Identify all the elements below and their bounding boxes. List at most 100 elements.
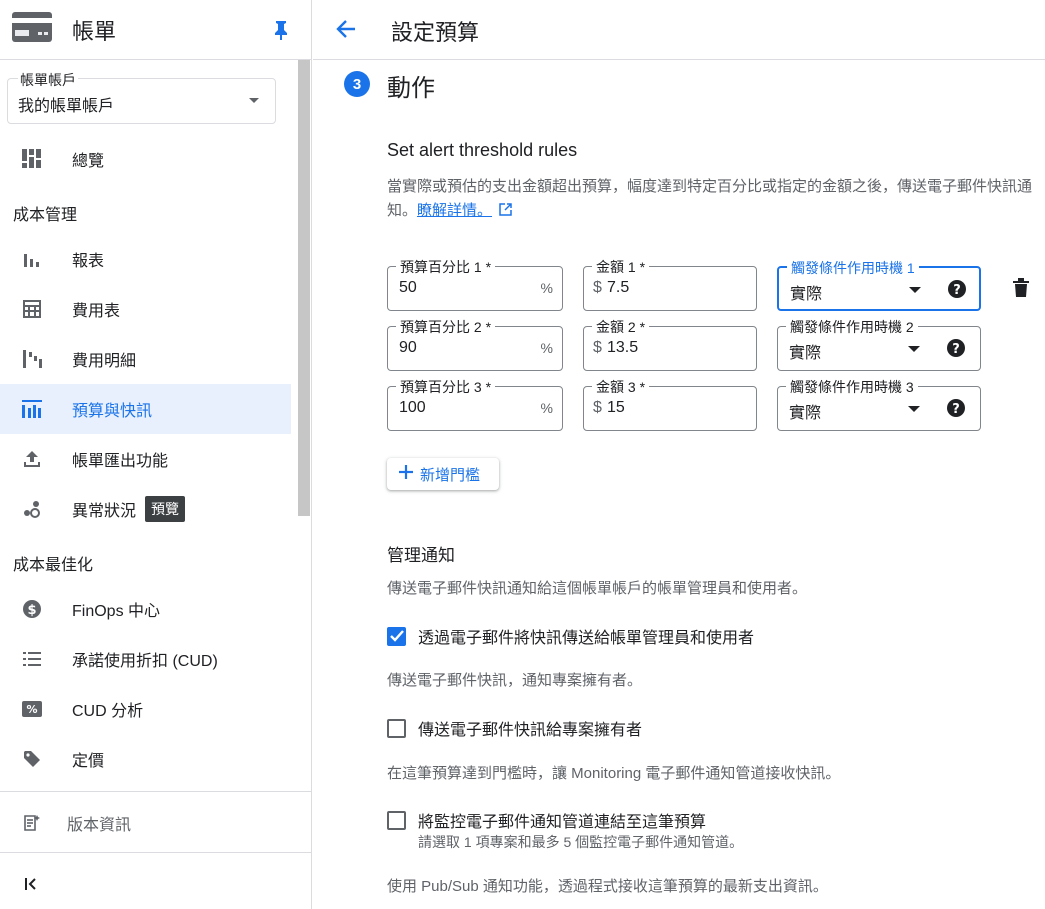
sidebar-item-label: 承諾使用折扣 (CUD): [72, 653, 218, 670]
external-link-icon[interactable]: [499, 200, 512, 224]
delete-icon[interactable]: [1012, 278, 1030, 303]
waterfall-chart-icon: [21, 348, 43, 370]
sidebar-item-label: 費用表: [72, 303, 121, 320]
sidebar-scrollbar[interactable]: [298, 60, 310, 516]
sidebar-item-pricing[interactable]: 定價: [0, 734, 291, 784]
bar-chart-icon: [21, 248, 43, 270]
collapse-icon[interactable]: [24, 877, 38, 896]
step-number-badge: 3: [344, 71, 370, 97]
add-threshold-button[interactable]: 新增門檻: [387, 458, 499, 490]
sidebar-item-label: 異常狀況: [72, 503, 137, 520]
sidebar-item-anomalies[interactable]: 異常狀況 預覽: [0, 484, 291, 534]
release-notes-label: 版本資訊: [67, 817, 132, 834]
amount-input-2[interactable]: 金額 2 * $ 13.5: [583, 317, 757, 371]
dropdown-caret-icon: [908, 346, 920, 352]
email-owners-checkbox[interactable]: [387, 718, 406, 738]
learn-more-link[interactable]: 瞭解詳情。: [417, 202, 492, 219]
budget-percent-input-3[interactable]: 預算百分比 3 * 100 %: [387, 377, 563, 431]
email-admins-checkbox-row[interactable]: 透過電子郵件將快訊傳送給帳單管理員和使用者: [387, 624, 754, 648]
percent-suffix: %: [540, 280, 553, 296]
trigger-value-2: 實際: [789, 345, 822, 362]
threshold-description: 當實際或預估的支出金額超出預算，幅度達到特定百分比或指定的金額之後，傳送電子郵件…: [387, 175, 1032, 224]
table-icon: [21, 298, 43, 320]
notify-desc-1: 傳送電子郵件快訊通知給這個帳單帳戶的帳單管理員和使用者。: [387, 580, 808, 597]
email-owners-label: 傳送電子郵件快訊給專案擁有者: [418, 722, 643, 739]
monitoring-channels-checkbox[interactable]: [387, 810, 406, 830]
budget-percent-label-3: 預算百分比 3 *: [396, 377, 496, 397]
amount-value-1: 7.5: [607, 279, 630, 296]
amount-input-3[interactable]: 金額 3 * $ 15: [583, 377, 757, 431]
trigger-select-3[interactable]: 觸發條件作用時機 3 實際 ?: [777, 377, 981, 431]
trigger-label-1: 觸發條件作用時機 1: [787, 258, 919, 278]
budget-percent-input-1[interactable]: 預算百分比 1 * 50 %: [387, 257, 563, 311]
sidebar: 帳單 帳單帳戶 我的帳單帳戶 總覽 成本管理 報表 費用表 費用明細 預算與快訊…: [0, 0, 312, 909]
currency-prefix: $: [593, 399, 602, 416]
svg-text:$: $: [27, 603, 36, 618]
amount-label-3: 金額 3 *: [592, 377, 650, 397]
notify-desc-3: 在這筆預算達到門檻時，讓 Monitoring 電子郵件通知管道接收快訊。: [387, 765, 841, 782]
percent-suffix: %: [540, 400, 553, 416]
trigger-select-1[interactable]: 觸發條件作用時機 1 實際 ?: [777, 258, 981, 311]
sidebar-item-cost-breakdown[interactable]: 費用明細: [0, 334, 291, 384]
dropdown-caret-icon: [908, 406, 920, 412]
dashboard-icon: [21, 148, 43, 170]
trigger-select-2[interactable]: 觸發條件作用時機 2 實際 ?: [777, 317, 981, 371]
sidebar-item-budgets-alerts[interactable]: 預算與快訊: [0, 384, 291, 434]
amount-value-3: 15: [607, 399, 625, 416]
sidebar-item-billing-export[interactable]: 帳單匯出功能: [0, 434, 291, 484]
svg-text:?: ?: [953, 283, 961, 298]
chevron-down-icon: [249, 98, 259, 103]
page-title: 設定預算: [391, 20, 480, 45]
tag-icon: [21, 748, 43, 770]
trigger-value-1: 實際: [790, 286, 823, 303]
budget-percent-value-3: 100: [399, 399, 426, 416]
monitoring-channels-hint: 請選取 1 項專案和最多 5 個監控電子郵件通知管道。: [418, 834, 744, 850]
sidebar-item-overview[interactable]: 總覽: [0, 134, 291, 184]
add-threshold-label: 新增門檻: [420, 466, 481, 484]
amount-label-1: 金額 1 *: [592, 257, 650, 277]
monitoring-channels-label: 將監控電子郵件通知管道連結至這筆預算: [418, 814, 707, 831]
help-icon[interactable]: ?: [947, 279, 967, 304]
sidebar-title: 帳單: [72, 18, 117, 44]
list-icon: [21, 648, 43, 670]
sidebar-item-label: 預算與快訊: [72, 403, 153, 420]
dollar-circle-icon: $: [21, 598, 43, 620]
help-icon[interactable]: ?: [946, 338, 966, 363]
sidebar-item-cost-table[interactable]: 費用表: [0, 284, 291, 334]
manage-notifications-heading: 管理通知: [387, 546, 455, 565]
help-icon[interactable]: ?: [946, 398, 966, 423]
budget-icon: [21, 398, 43, 420]
back-arrow-icon[interactable]: [335, 18, 357, 45]
percent-suffix: %: [540, 340, 553, 356]
sidebar-item-label: 帳單匯出功能: [72, 453, 169, 470]
sidebar-divider: [0, 791, 311, 792]
svg-text:?: ?: [952, 342, 960, 357]
anomaly-icon: [21, 498, 43, 520]
email-admins-checkbox[interactable]: [387, 626, 406, 646]
budget-percent-input-2[interactable]: 預算百分比 2 * 90 %: [387, 317, 563, 371]
step-title: 動作: [387, 75, 435, 102]
preview-badge: 預覽: [145, 496, 186, 522]
monitoring-channels-checkbox-row[interactable]: 將監控電子郵件通知管道連結至這筆預算: [387, 808, 706, 832]
billing-account-value: 我的帳單帳戶: [18, 98, 115, 115]
notify-desc-2: 傳送電子郵件快訊，通知專案擁有者。: [387, 672, 643, 689]
notify-desc-4: 使用 Pub/Sub 通知功能，透過程式接收這筆預算的最新支出資訊。: [387, 878, 828, 895]
budget-percent-value-2: 90: [399, 339, 417, 356]
sidebar-divider: [0, 852, 311, 853]
pin-icon[interactable]: [273, 20, 289, 45]
trigger-label-3: 觸發條件作用時機 3: [786, 377, 918, 397]
release-notes-icon: [21, 812, 43, 834]
amount-input-1[interactable]: 金額 1 * $ 7.5: [583, 257, 757, 311]
plus-icon: [399, 465, 413, 483]
billing-card-icon: [12, 12, 52, 47]
trigger-value-3: 實際: [789, 405, 822, 422]
billing-account-select[interactable]: 帳單帳戶 我的帳單帳戶: [7, 70, 276, 124]
sidebar-item-cud-analysis[interactable]: % CUD 分析: [0, 684, 291, 734]
email-owners-checkbox-row[interactable]: 傳送電子郵件快訊給專案擁有者: [387, 716, 642, 740]
sidebar-item-finops-hub[interactable]: $ FinOps 中心: [0, 584, 291, 634]
sidebar-item-cud[interactable]: 承諾使用折扣 (CUD): [0, 634, 291, 684]
sidebar-item-reports[interactable]: 報表: [0, 234, 291, 284]
budget-percent-label-2: 預算百分比 2 *: [396, 317, 496, 337]
sidebar-item-release-notes[interactable]: 版本資訊: [0, 798, 291, 848]
currency-prefix: $: [593, 339, 602, 356]
